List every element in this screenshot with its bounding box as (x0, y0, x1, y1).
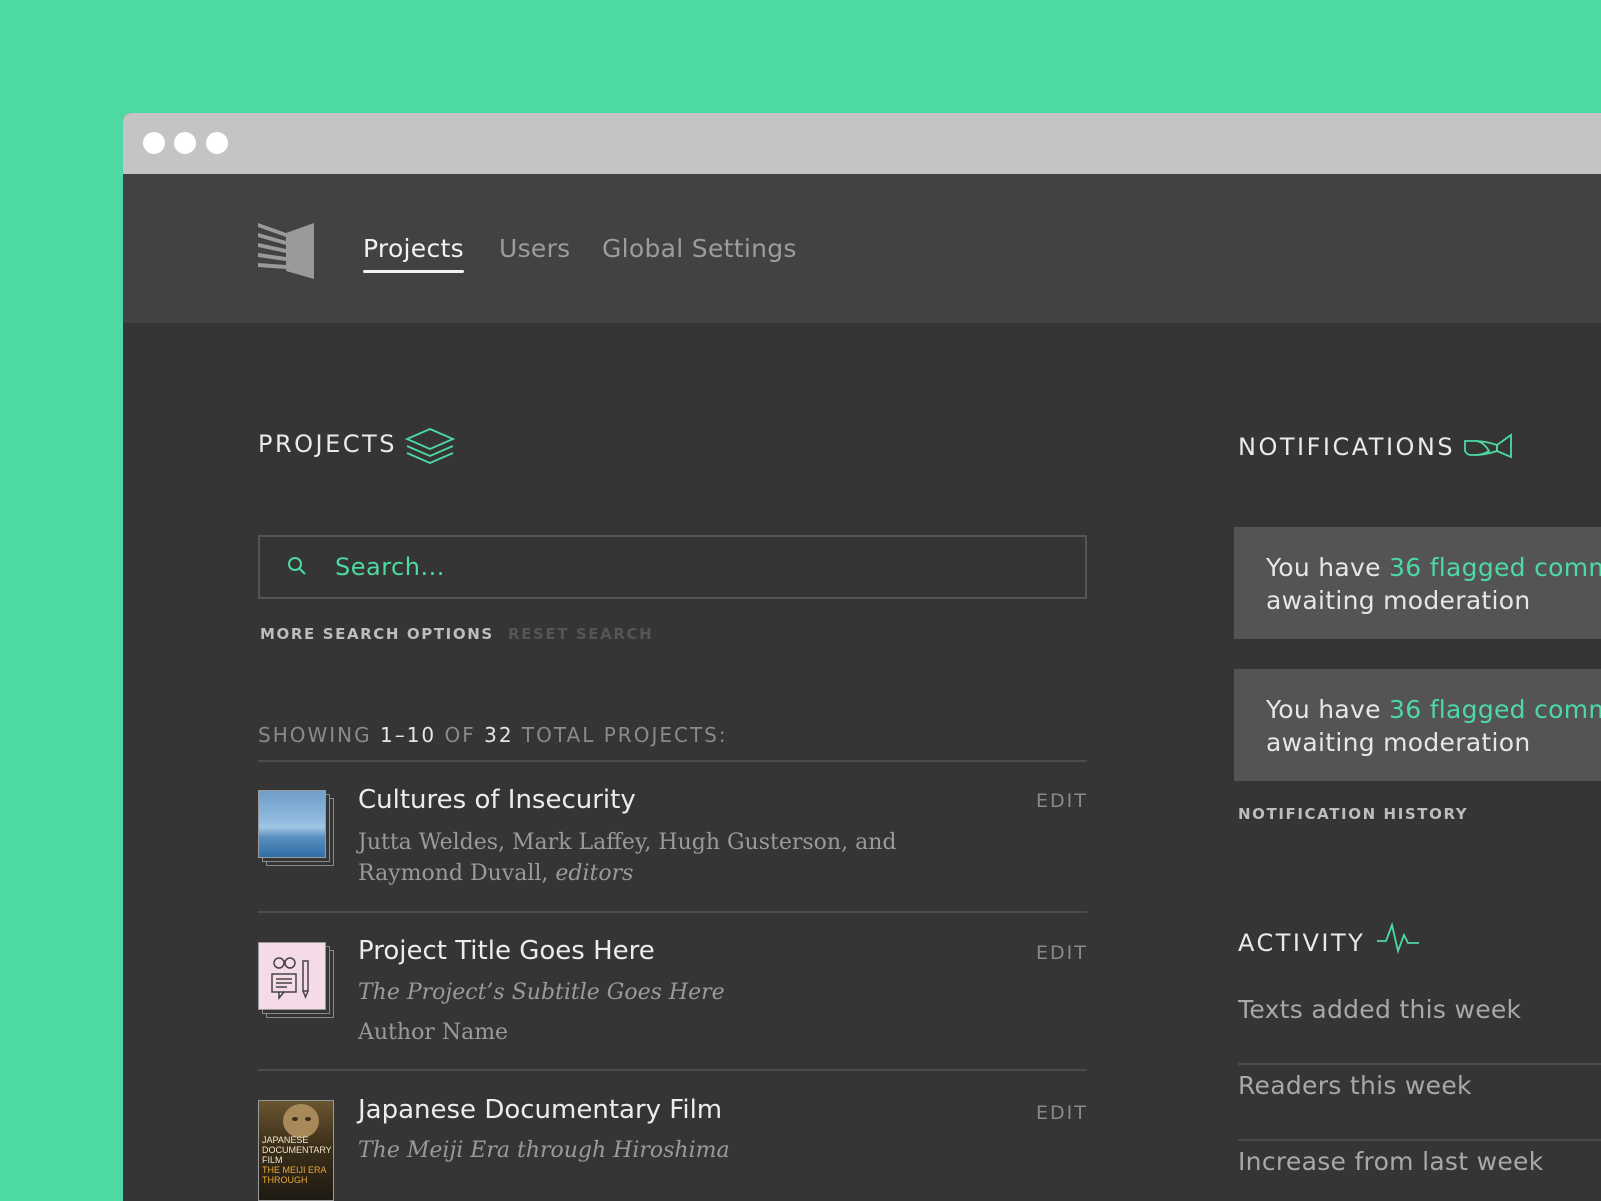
activity-item: Texts added this week (1238, 995, 1522, 1024)
browser-window: Projects Users Global Settings PROJECTS … (123, 113, 1601, 1201)
notification-card[interactable]: You have 36 flagged comm awaiting moderat… (1234, 669, 1601, 781)
notifications-heading: NOTIFICATIONS (1238, 433, 1456, 461)
search-icon (286, 555, 308, 581)
project-title[interactable]: Project Title Goes Here (358, 936, 655, 966)
app-header: Projects Users Global Settings (123, 174, 1601, 323)
pulse-icon (1376, 921, 1420, 959)
project-author: Author Name (358, 1020, 509, 1045)
notification-card[interactable]: You have 36 flagged comm awaiting moderat… (1234, 527, 1601, 639)
reset-search-link[interactable]: RESET SEARCH (508, 625, 653, 643)
window-dot-maximize[interactable] (206, 132, 228, 154)
edit-project-button[interactable]: EDIT (1036, 1102, 1088, 1124)
layers-icon (404, 427, 456, 469)
project-title[interactable]: Japanese Documentary Film (358, 1095, 722, 1125)
notification-history-link[interactable]: NOTIFICATION HISTORY (1238, 805, 1468, 823)
horn-icon (1463, 431, 1515, 465)
nav-projects[interactable]: Projects (363, 234, 464, 273)
nav-users[interactable]: Users (499, 234, 571, 263)
manifold-logo-icon[interactable] (256, 219, 316, 279)
window-dot-close[interactable] (143, 132, 165, 154)
placeholder-glasses-pencil-icon (258, 942, 326, 1010)
list-divider (258, 1069, 1087, 1071)
more-search-options-link[interactable]: MORE SEARCH OPTIONS (260, 625, 494, 643)
project-subtitle: The Meiji Era through Hiroshima (358, 1138, 730, 1163)
activity-item: Increase from last week (1238, 1147, 1544, 1176)
activity-divider (1238, 1063, 1601, 1065)
search-input[interactable]: Search... (335, 553, 445, 581)
results-count: SHOWING 1–10 OF 32 TOTAL PROJECTS: (258, 723, 728, 747)
window-titlebar (123, 113, 1601, 174)
project-authors: Jutta Weldes, Mark Laffey, Hugh Gusterso… (358, 830, 897, 886)
sea-image (258, 790, 326, 858)
project-thumbnail[interactable] (258, 942, 336, 1020)
flagged-comments-link[interactable]: 36 flagged comm (1389, 695, 1601, 724)
window-dot-minimize[interactable] (174, 132, 196, 154)
edit-project-button[interactable]: EDIT (1036, 942, 1088, 964)
flagged-comments-link[interactable]: 36 flagged comm (1389, 553, 1601, 582)
project-title[interactable]: Cultures of Insecurity (358, 785, 636, 815)
edit-project-button[interactable]: EDIT (1036, 790, 1088, 812)
activity-divider (1238, 1139, 1601, 1141)
projects-heading: PROJECTS (258, 430, 397, 458)
project-subtitle: The Project’s Subtitle Goes Here (358, 980, 725, 1005)
nav-global-settings[interactable]: Global Settings (602, 234, 797, 263)
project-thumbnail[interactable]: JAPANESE DOCUMENTARY FILM THE MEIJI ERA … (258, 1100, 336, 1201)
list-divider (258, 760, 1087, 762)
project-thumbnail[interactable] (258, 790, 336, 868)
activity-item: Readers this week (1238, 1071, 1472, 1100)
list-divider (258, 911, 1087, 913)
search-box[interactable]: Search... (258, 535, 1087, 599)
poster-image: JAPANESE DOCUMENTARY FILM THE MEIJI ERA … (258, 1100, 334, 1201)
activity-heading: ACTIVITY (1238, 929, 1366, 957)
